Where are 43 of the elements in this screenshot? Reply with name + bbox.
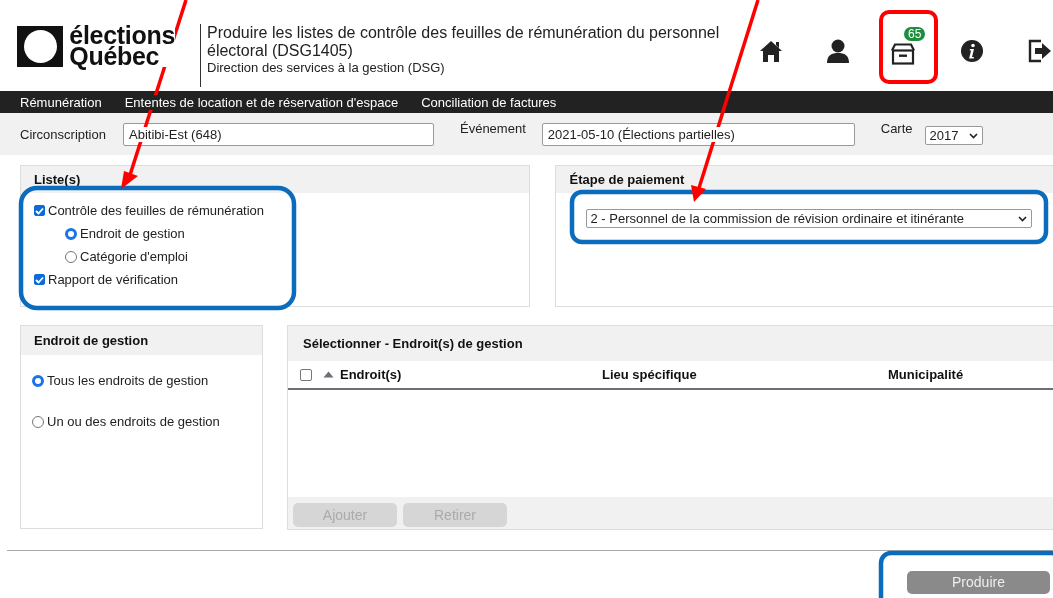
panel-header: Liste(s) — [21, 166, 529, 193]
radio-button[interactable] — [32, 415, 44, 428]
radio-button[interactable] — [32, 374, 44, 387]
option-label: Un ou des endroits de gestion — [47, 414, 220, 429]
option-label: Rapport de vérification — [48, 272, 179, 287]
radio-button[interactable] — [65, 227, 77, 240]
check-icon — [35, 206, 44, 215]
dropdown[interactable]: 2017 — [924, 126, 983, 145]
radio-button[interactable] — [65, 250, 77, 263]
panel-header: Endroit de gestion — [21, 326, 262, 355]
dropdown[interactable]: 2 - Personnel de la commission de révision ordinaire et itinérante — [585, 209, 1032, 228]
option-label: Contrôle des feuilles de rémunération — [48, 203, 265, 218]
text-field[interactable]: 2021-05-10 (Élections partielles) — [541, 122, 855, 146]
column-header[interactable]: Municipalité — [888, 367, 964, 382]
checkbox[interactable] — [300, 368, 312, 381]
radio-option[interactable]: Catégorie d'emploi — [65, 245, 529, 268]
text-field[interactable]: Abitibi-Est (648) — [123, 122, 434, 146]
field-label: Carte — [880, 120, 913, 136]
chevron-down-icon — [1017, 215, 1027, 222]
column-header[interactable]: Endroit(s) — [340, 367, 402, 382]
checkbox-option[interactable]: Rapport de vérification — [34, 268, 529, 291]
checkbox[interactable] — [34, 274, 45, 285]
chevron-down-icon — [968, 132, 978, 139]
option-label: Catégorie d'emploi — [80, 249, 188, 264]
radio-option[interactable]: Un ou des endroits de gestion — [32, 410, 262, 433]
check-icon — [35, 275, 44, 284]
option-label: Tous les endroits de gestion — [47, 373, 209, 388]
field-label: Événement — [460, 120, 526, 136]
page-title: Produire les listes de contrôle des feuilles de rémunération du personnel électoral (DSG1405) — [207, 24, 721, 60]
info-icon[interactable] — [958, 37, 986, 65]
archive-box-icon[interactable] — [891, 43, 915, 65]
option-label: Endroit de gestion — [80, 226, 185, 241]
user-icon[interactable] — [824, 37, 852, 65]
count-badge: 65 — [904, 27, 926, 41]
column-header[interactable]: Lieu spécifique — [602, 367, 697, 382]
checkbox-option[interactable]: Contrôle des feuilles de rémunération — [34, 199, 529, 222]
logo-mark — [17, 25, 64, 67]
page-subtitle: Direction des services à la gestion (DSG) — [207, 60, 446, 76]
menu-item[interactable]: Ententes de location et de réservation d'espace — [124, 94, 399, 110]
radio-option[interactable]: Endroit de gestion — [65, 222, 529, 245]
field-label: Circonscription — [20, 126, 106, 142]
radio-option[interactable]: Tous les endroits de gestion — [32, 369, 262, 392]
checkbox[interactable] — [34, 205, 45, 216]
